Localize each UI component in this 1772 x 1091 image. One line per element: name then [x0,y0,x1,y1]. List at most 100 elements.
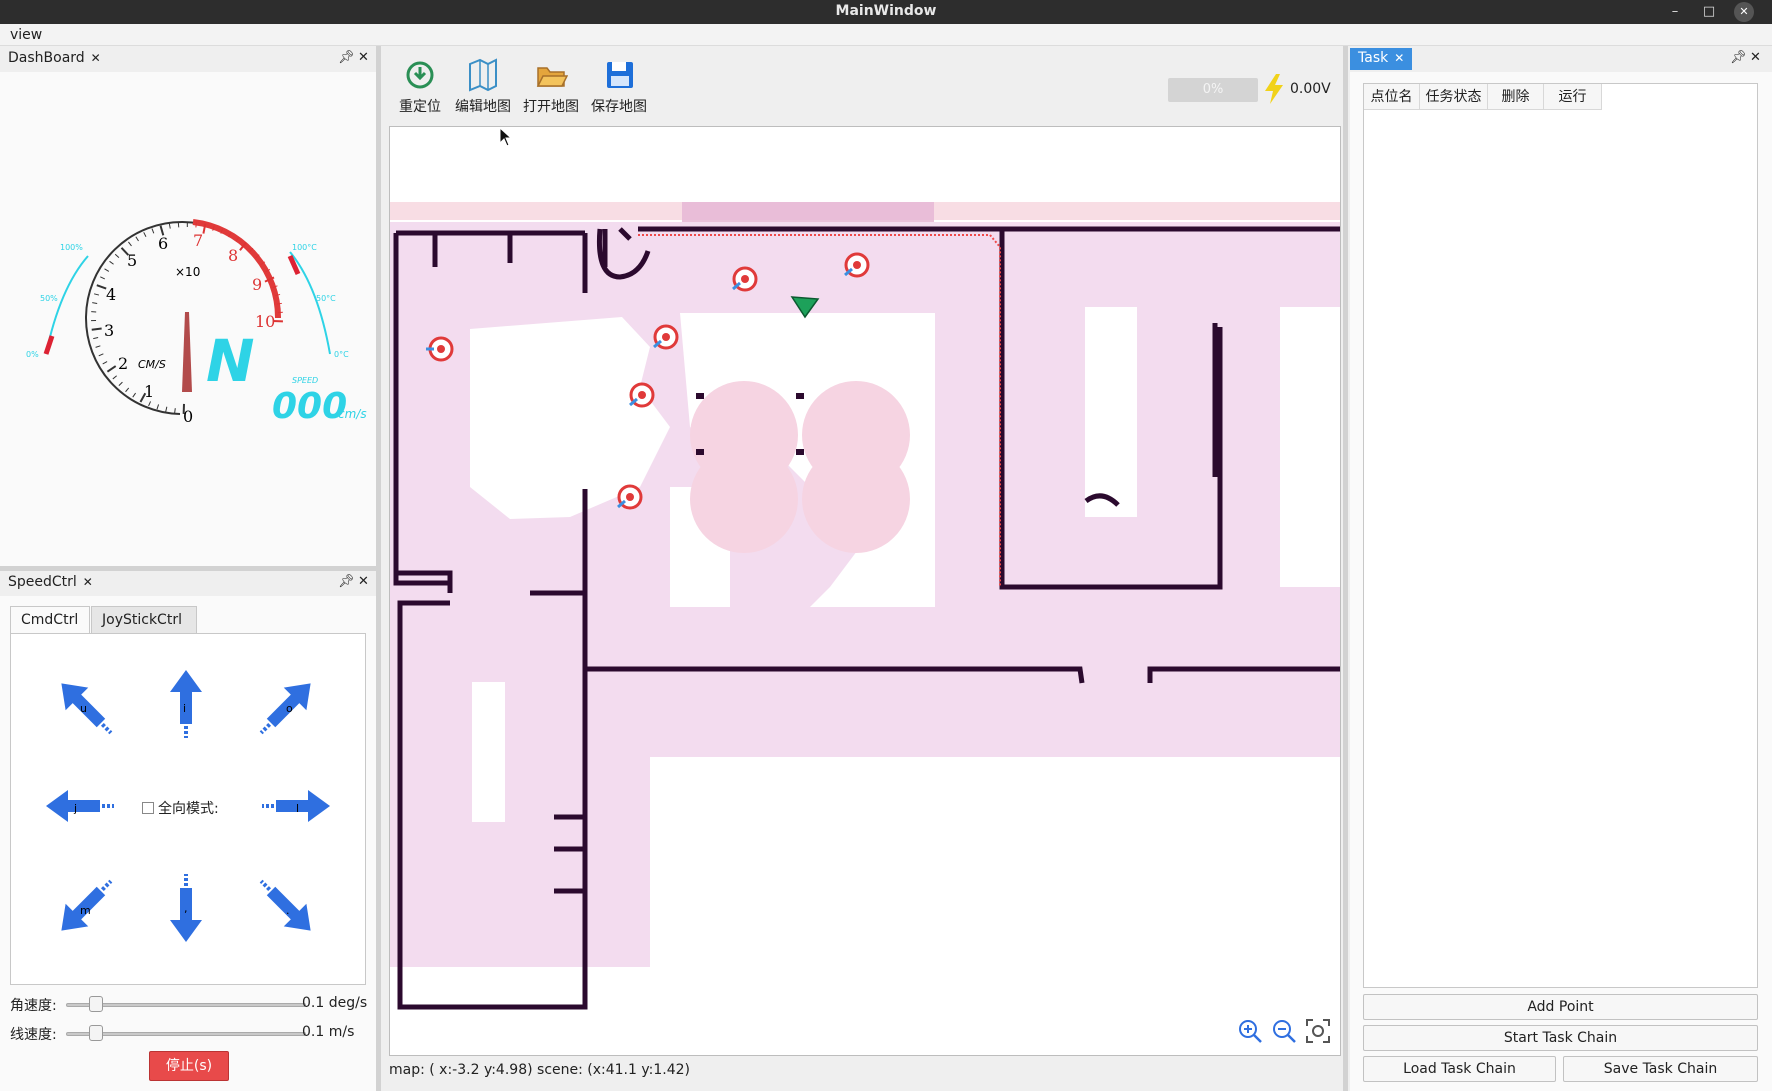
fit-view-icon[interactable] [1304,1017,1332,1045]
window-title: MainWindow [835,3,937,19]
column-header-point-name[interactable]: 点位名 [1364,84,1420,110]
dial-tick-mark [98,353,104,357]
occupancy-map [390,202,1340,1055]
task-tab[interactable]: Task ✕ [1350,48,1413,70]
rotate-right-button[interactable]: l [258,766,338,846]
lightning-icon [1265,74,1283,104]
dial-tick-mark [92,302,98,304]
omni-mode-checkbox[interactable]: 全向模式: [142,798,219,818]
tab-joystickctrl[interactable]: JoyStickCtrl [91,606,197,634]
task-dock-title: Task ✕ 📌︎ ✕ [1350,48,1772,70]
start-task-chain-button[interactable]: Start Task Chain [1363,1025,1758,1051]
save-map-button[interactable]: 保存地图 [584,52,654,124]
dial-tick-mark [104,268,110,272]
pin-icon[interactable]: 📌︎ [338,574,355,589]
edit-map-label: 编辑地图 [455,99,511,115]
target-point-icon[interactable] [653,324,679,350]
dial-tick-mark [100,276,106,280]
dial-tick-mark [106,365,117,373]
minimize-button[interactable]: – [1665,2,1685,22]
move-back-left-button[interactable]: m [44,868,124,948]
dial-tick-0: 0 [183,407,193,426]
dial-tick-mark [95,345,101,348]
move-forward-left-button[interactable]: u [44,666,124,746]
map-view[interactable] [389,126,1341,1056]
dial-tick-mark [109,260,114,265]
dial-redline [192,219,282,319]
battery-progress-bar: 0% [1168,78,1258,102]
target-point-icon[interactable] [617,484,643,510]
maximize-button[interactable]: □ [1699,2,1719,22]
target-point-icon[interactable] [844,252,870,278]
dial-tick-2: 2 [118,354,128,373]
window-close-button[interactable]: ✕ [1734,2,1754,22]
rotate-left-button[interactable]: j [38,766,118,846]
dial-tick-5: 5 [127,251,137,270]
move-back-right-button[interactable]: . [248,868,328,948]
relocate-button[interactable]: 重定位 [388,52,452,124]
window-titlebar: MainWindow – □ ✕ [0,0,1772,24]
load-task-chain-button[interactable]: Load Task Chain [1363,1056,1556,1082]
dashboard-tab-close-icon[interactable]: ✕ [91,51,101,65]
edit-map-button[interactable]: 编辑地图 [448,52,518,124]
target-point-icon[interactable] [629,382,655,408]
dial-tick-mark [156,404,160,410]
linear-speed-row: 线速度: 0.1 m/s [10,1024,370,1044]
arrow-right-icon: l [262,790,330,822]
stop-button[interactable]: 停止(s) [149,1051,229,1081]
dock-close-icon[interactable]: ✕ [358,574,369,589]
dial-tick-mark [118,381,123,386]
tab-cmdctrl[interactable]: CmdCtrl [10,606,90,635]
task-tab-close-icon[interactable]: ✕ [1394,51,1404,65]
move-forward-right-button[interactable]: o [248,666,328,746]
speedctrl-tab[interactable]: SpeedCtrl ✕ [0,572,101,594]
dial-tick-mark [132,392,137,398]
speed-gauge: 100% 50% 0% 100°C 50°C 0°C 0 1 2 3 4 5 6… [26,219,367,427]
column-header-delete[interactable]: 删除 [1488,84,1544,110]
dock-close-icon[interactable]: ✕ [358,50,369,65]
dock-close-icon[interactable]: ✕ [1750,50,1761,65]
dashboard-tab[interactable]: DashBoard ✕ [0,48,109,70]
left-dock-splitter[interactable] [0,566,376,571]
dial-tick-mark [151,228,155,234]
key-label-u: u [80,702,87,715]
right-gauge-tick-0: 0°C [334,350,349,359]
pin-icon[interactable]: 📌︎ [338,50,355,65]
dial-tick-mark [125,387,130,393]
move-forward-button[interactable]: i [146,660,226,740]
edit-map-icon [469,58,497,92]
arrow-up-icon: i [170,670,202,738]
column-header-task-status[interactable]: 任务状态 [1420,84,1488,110]
move-back-button[interactable]: , [146,872,226,952]
task-table[interactable]: 点位名 任务状态 删除 运行 [1363,83,1758,988]
angular-speed-label: 角速度: [10,998,57,1014]
checkbox-box[interactable] [142,802,154,814]
zoom-out-icon[interactable] [1270,1017,1298,1045]
zoom-in-icon[interactable] [1236,1017,1264,1045]
save-task-chain-button[interactable]: Save Task Chain [1563,1056,1758,1082]
task-table-header: 点位名 任务状态 删除 运行 [1364,84,1604,110]
dial-tick-10: 10 [255,312,275,331]
add-point-button[interactable]: Add Point [1363,994,1758,1020]
dial-tick-mark [102,361,108,365]
speedctrl-tab-close-icon[interactable]: ✕ [83,575,93,589]
left-splitter[interactable] [376,46,381,1091]
dial-tick-1: 1 [144,382,154,401]
dial-tick-mark [148,401,152,407]
right-splitter[interactable] [1343,46,1348,1091]
dial-tick-6: 6 [158,234,168,253]
dial-tick-8: 8 [228,246,238,265]
pin-icon[interactable]: 📌︎ [1730,50,1747,65]
key-label-period: . [286,904,290,917]
left-gauge-tick-100: 100% [60,243,83,252]
open-map-button[interactable]: 打开地图 [516,52,586,124]
omni-mode-label: 全向模式: [158,801,219,817]
linear-speed-slider-thumb[interactable] [89,1025,103,1041]
speed-readout-unit: cm/s [338,407,367,421]
target-point-icon[interactable] [732,266,758,292]
column-header-run[interactable]: 运行 [1544,84,1602,110]
voltage-readout: 0.00V [1290,81,1331,97]
speedctrl-dock-title: SpeedCtrl ✕ 📌︎ ✕ [0,572,376,594]
angular-speed-slider-thumb[interactable] [89,996,103,1012]
menu-view[interactable]: view [10,27,42,43]
